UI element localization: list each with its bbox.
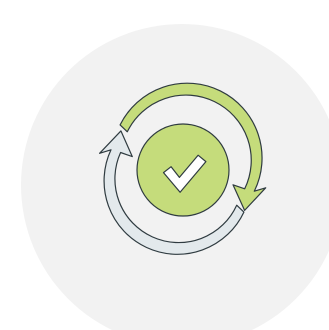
sync-check-icon (21, 24, 329, 330)
check-badge (136, 123, 230, 217)
sync-check-illustration (0, 0, 329, 330)
